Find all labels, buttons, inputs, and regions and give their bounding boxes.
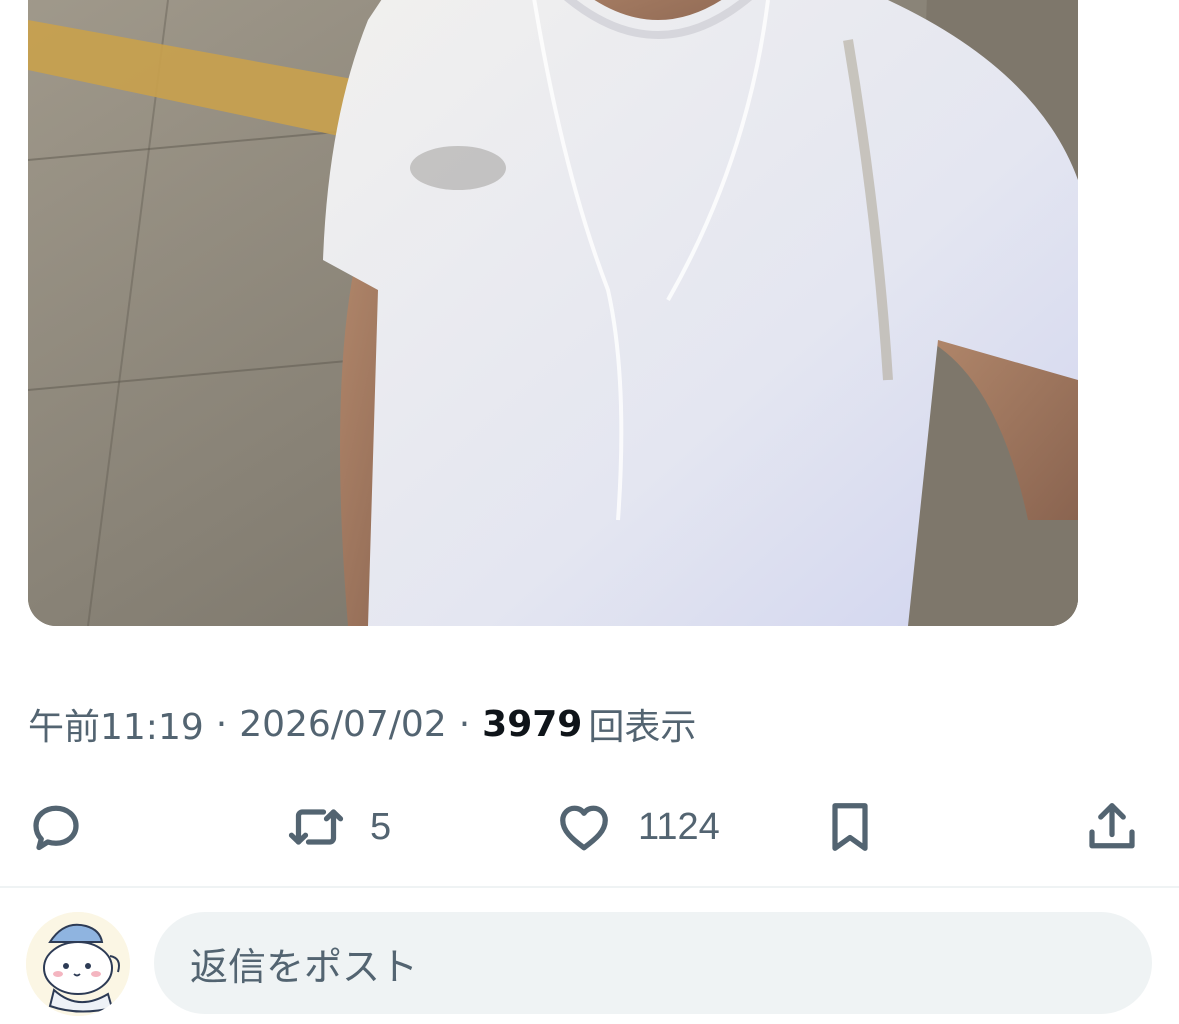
post-time: 午前11:19 [28, 707, 204, 748]
avatar[interactable] [26, 912, 130, 1016]
views-label[interactable]: 回表示 [588, 698, 696, 750]
speech-bubble-icon [33, 805, 79, 851]
post-detail-view: 午前11:19 · 2026/07/02 · 3979 回表示 5 1124 返… [0, 0, 1179, 1024]
repost-button[interactable]: 5 [286, 790, 391, 864]
meta-separator: · [458, 703, 471, 745]
reply-button[interactable] [26, 790, 86, 864]
bookmark-button[interactable] [820, 790, 880, 864]
selfie-image [28, 0, 1078, 626]
repost-arrows-icon [288, 809, 344, 845]
repost-count: 5 [370, 805, 392, 848]
like-button[interactable]: 1124 [554, 790, 720, 864]
reply-placeholder: 返信をポスト [190, 944, 419, 989]
reply-input[interactable]: 返信をポスト [154, 912, 1152, 1014]
share-upload-icon [1089, 803, 1135, 849]
post-meta: 午前11:19 · 2026/07/02 · 3979 回表示 [28, 698, 696, 750]
post-date: 2026/07/02 [239, 703, 447, 745]
like-count: 1124 [638, 805, 720, 848]
action-bar: 5 1124 [0, 790, 1179, 864]
meta-separator: · [215, 703, 228, 745]
bookmark-icon [832, 803, 868, 851]
cartoon-character-avatar-icon [26, 912, 130, 1016]
views-count[interactable]: 3979 [482, 704, 582, 745]
post-photo[interactable] [28, 0, 1078, 626]
share-button[interactable] [1082, 790, 1142, 864]
divider [0, 886, 1179, 888]
heart-icon [560, 805, 608, 851]
